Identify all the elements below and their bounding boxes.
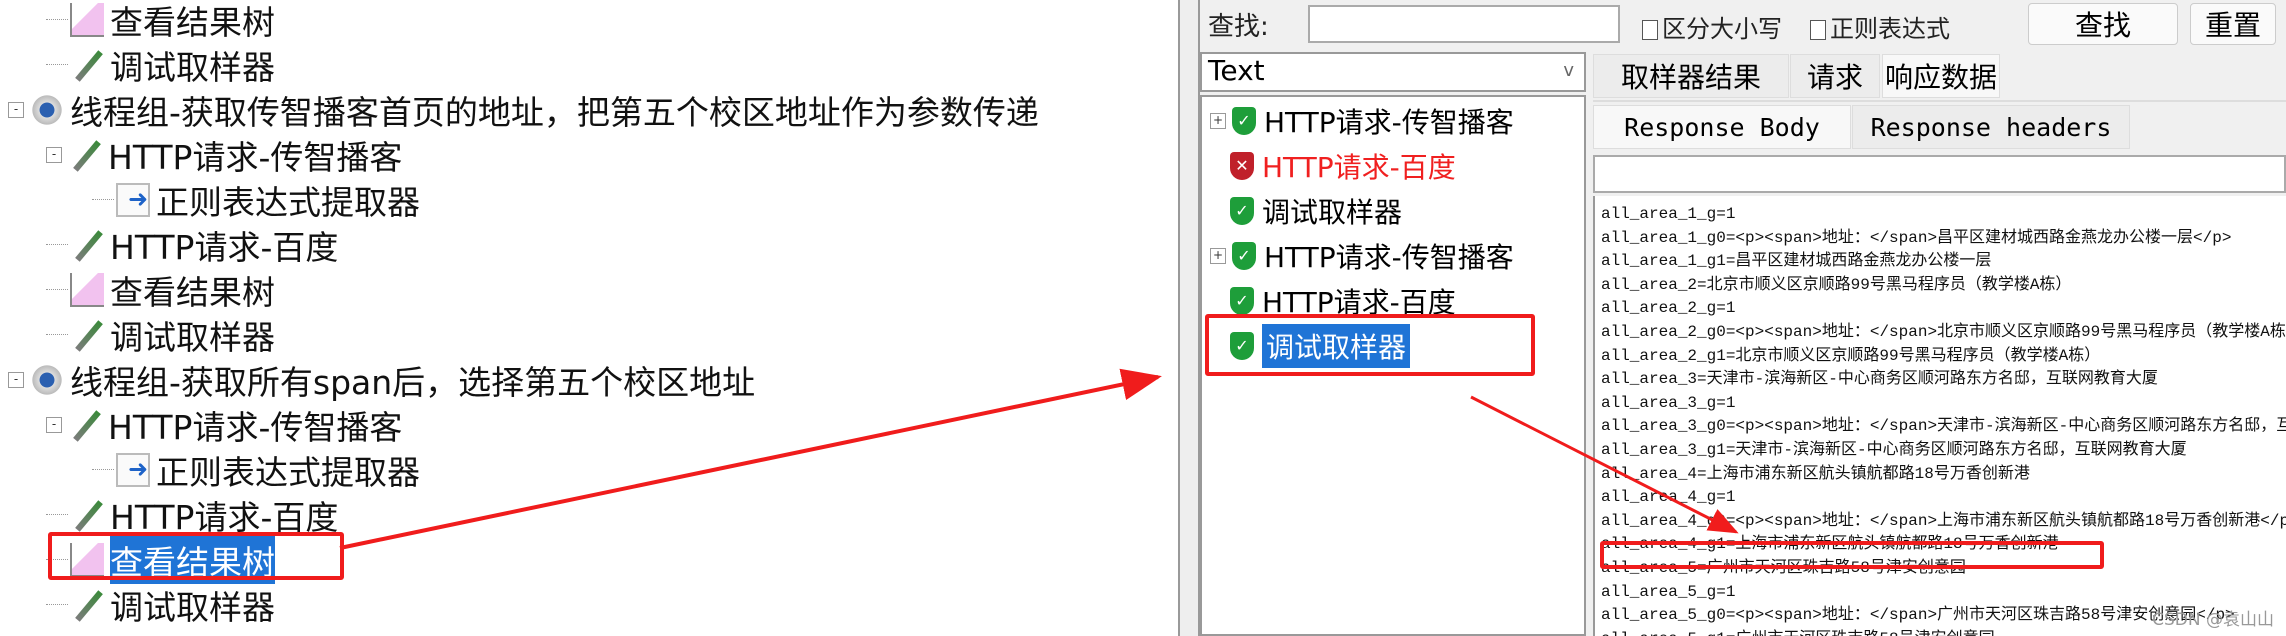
arrow-line (1470, 395, 1739, 534)
watermark: CSDN @袁山山 (2152, 610, 2274, 630)
arrow-line (339, 368, 1162, 550)
annotation-arrows (339, 368, 1739, 550)
